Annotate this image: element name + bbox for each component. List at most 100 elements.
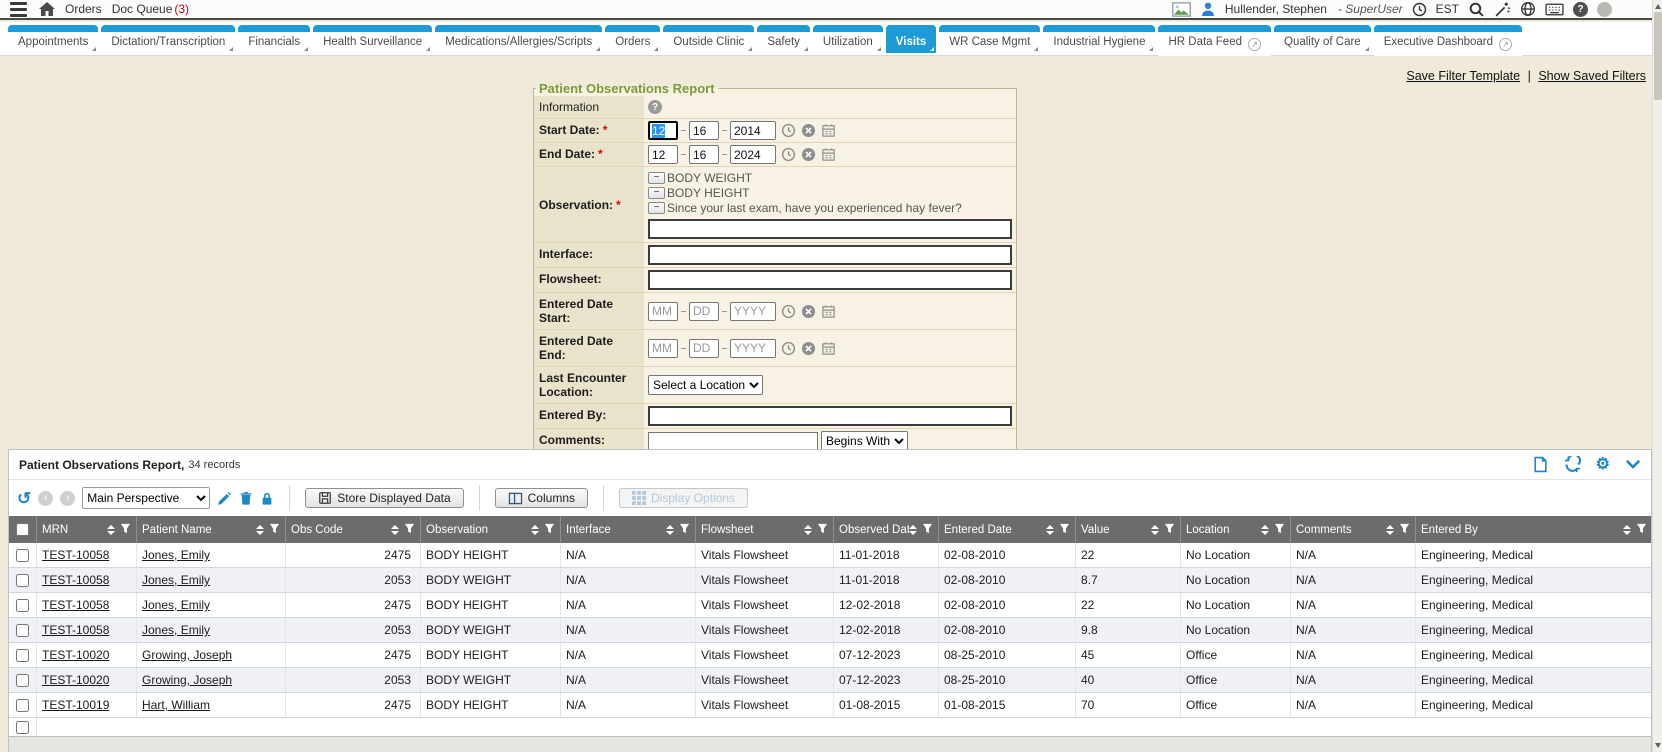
mrn-link[interactable]: TEST-10058 [42, 598, 109, 612]
observation-input[interactable] [648, 219, 1012, 239]
filter-funnel-icon[interactable] [1059, 523, 1070, 537]
column-header-entered-by[interactable]: Entered By [1416, 516, 1652, 543]
entered-date-start-day-input[interactable]: DD [689, 302, 719, 321]
end-date-clear-icon[interactable] [801, 147, 816, 162]
user-name[interactable]: Hullender, Stephen [1225, 2, 1327, 16]
sort-icon[interactable] [1046, 525, 1054, 535]
tab-quality-of-care[interactable]: Quality of Care [1274, 25, 1371, 53]
column-header-interface[interactable]: Interface [561, 516, 696, 543]
globe-icon[interactable] [1520, 1, 1536, 17]
column-header-location[interactable]: Location [1181, 516, 1291, 543]
row-checkbox[interactable] [16, 649, 29, 662]
sort-icon[interactable] [1623, 525, 1631, 535]
settings-gear-icon[interactable]: ⚙ [1596, 457, 1610, 473]
end-date-time-icon[interactable] [781, 147, 796, 162]
entered-date-end-month-input[interactable]: MM [648, 339, 678, 358]
show-saved-filters-link[interactable]: Show Saved Filters [1538, 69, 1646, 83]
save-filter-template-link[interactable]: Save Filter Template [1406, 69, 1520, 83]
information-help-icon[interactable]: ? [648, 100, 662, 114]
tab-dictation-transcription[interactable]: Dictation/Transcription [101, 25, 235, 53]
entered-date-end-calendar-icon[interactable] [821, 341, 836, 356]
row-checkbox[interactable] [16, 624, 29, 637]
sort-icon[interactable] [666, 525, 674, 535]
row-checkbox[interactable] [16, 699, 29, 712]
tab-health-surveillance[interactable]: Health Surveillance [313, 25, 432, 53]
entered-date-start-year-input[interactable]: YYYY [730, 302, 776, 321]
tab-financials[interactable]: Financials [238, 25, 310, 53]
entered-date-start-clear-icon[interactable] [801, 304, 816, 319]
entered-date-start-time-icon[interactable] [781, 304, 796, 319]
new-document-icon[interactable] [1532, 456, 1549, 473]
patient-name-link[interactable]: Jones, Emily [142, 623, 210, 637]
menu-icon[interactable] [8, 0, 29, 19]
mrn-link[interactable]: TEST-10019 [42, 698, 109, 712]
sort-icon[interactable] [1151, 525, 1159, 535]
columns-button[interactable]: Columns [495, 488, 588, 508]
tab-executive-dashboard[interactable]: Executive Dashboard↗ [1374, 25, 1522, 56]
sort-icon[interactable] [1386, 525, 1394, 535]
scroll-up-arrow-icon[interactable] [1655, 4, 1661, 9]
tab-outside-clinic[interactable]: Outside Clinic [663, 25, 754, 53]
start-date-month-input[interactable]: 12 [648, 121, 678, 140]
column-header-comments[interactable]: Comments [1291, 516, 1416, 543]
vertical-scrollbar[interactable] [1652, 0, 1662, 752]
mrn-link[interactable]: TEST-10058 [42, 548, 109, 562]
mrn-link[interactable]: TEST-10058 [42, 573, 109, 587]
column-header-value[interactable]: Value [1076, 516, 1181, 543]
filter-funnel-icon[interactable] [404, 523, 415, 537]
filter-funnel-icon[interactable] [922, 523, 933, 537]
entered-date-end-day-input[interactable]: DD [689, 339, 719, 358]
scroll-down-arrow-icon[interactable] [1655, 743, 1661, 748]
screenshot-icon[interactable] [1172, 2, 1191, 17]
start-date-year-input[interactable]: 2014 [730, 121, 776, 140]
sort-icon[interactable] [804, 525, 812, 535]
mrn-link[interactable]: TEST-10058 [42, 623, 109, 637]
filter-funnel-icon[interactable] [679, 523, 690, 537]
tab-orders[interactable]: Orders [605, 25, 660, 53]
filter-funnel-icon[interactable] [1636, 523, 1647, 537]
remove-observation-button[interactable]: − [648, 202, 665, 214]
patient-name-link[interactable]: Jones, Emily [142, 573, 210, 587]
row-checkbox[interactable] [16, 674, 29, 687]
select-all-checkbox[interactable] [16, 523, 29, 536]
row-checkbox[interactable] [16, 721, 29, 734]
entered-date-start-month-input[interactable]: MM [648, 302, 678, 321]
filter-funnel-icon[interactable] [1164, 523, 1175, 537]
reset-perspective-icon[interactable]: ↺ [17, 490, 31, 507]
wand-icon[interactable] [1494, 1, 1511, 18]
tab-appointments[interactable]: Appointments [8, 25, 98, 53]
tab-hr-data-feed[interactable]: HR Data Feed↗ [1158, 25, 1271, 56]
edit-perspective-icon[interactable] [217, 491, 232, 506]
remove-observation-button[interactable]: − [648, 187, 665, 199]
patient-name-link[interactable]: Growing, Joseph [142, 648, 232, 662]
row-checkbox[interactable] [16, 549, 29, 562]
patient-name-link[interactable]: Growing, Joseph [142, 673, 232, 687]
scrollbar-thumb[interactable] [1654, 12, 1662, 100]
flowsheet-input[interactable] [648, 270, 1012, 290]
column-header-obs-code[interactable]: Obs Code [286, 516, 421, 543]
entered-date-end-time-icon[interactable] [781, 341, 796, 356]
entered-date-end-clear-icon[interactable] [801, 341, 816, 356]
start-date-time-icon[interactable] [781, 123, 796, 138]
start-date-day-input[interactable]: 16 [689, 121, 719, 140]
end-date-day-input[interactable]: 16 [689, 145, 719, 164]
tab-safety[interactable]: Safety [757, 25, 810, 53]
comments-input[interactable] [648, 432, 818, 451]
column-header-patient-name[interactable]: Patient Name [137, 516, 286, 543]
entered-date-start-calendar-icon[interactable] [821, 304, 836, 319]
keyboard-icon[interactable] [1545, 3, 1564, 16]
comments-match-select[interactable]: Begins With [821, 431, 908, 451]
sort-icon[interactable] [256, 525, 264, 535]
column-header-entered-date[interactable]: Entered Date [939, 516, 1076, 543]
delete-perspective-icon[interactable] [239, 491, 253, 506]
sort-icon[interactable] [531, 525, 539, 535]
filter-funnel-icon[interactable] [544, 523, 555, 537]
column-header-observation[interactable]: Observation [421, 516, 561, 543]
perspective-select[interactable]: Main Perspective [82, 487, 210, 509]
sort-icon[interactable] [391, 525, 399, 535]
tab-visits[interactable]: Visits [886, 25, 936, 53]
column-header-flowsheet[interactable]: Flowsheet [696, 516, 834, 543]
end-date-year-input[interactable]: 2024 [730, 145, 776, 164]
entered-date-end-year-input[interactable]: YYYY [730, 339, 776, 358]
refresh-icon[interactable] [1564, 456, 1581, 473]
